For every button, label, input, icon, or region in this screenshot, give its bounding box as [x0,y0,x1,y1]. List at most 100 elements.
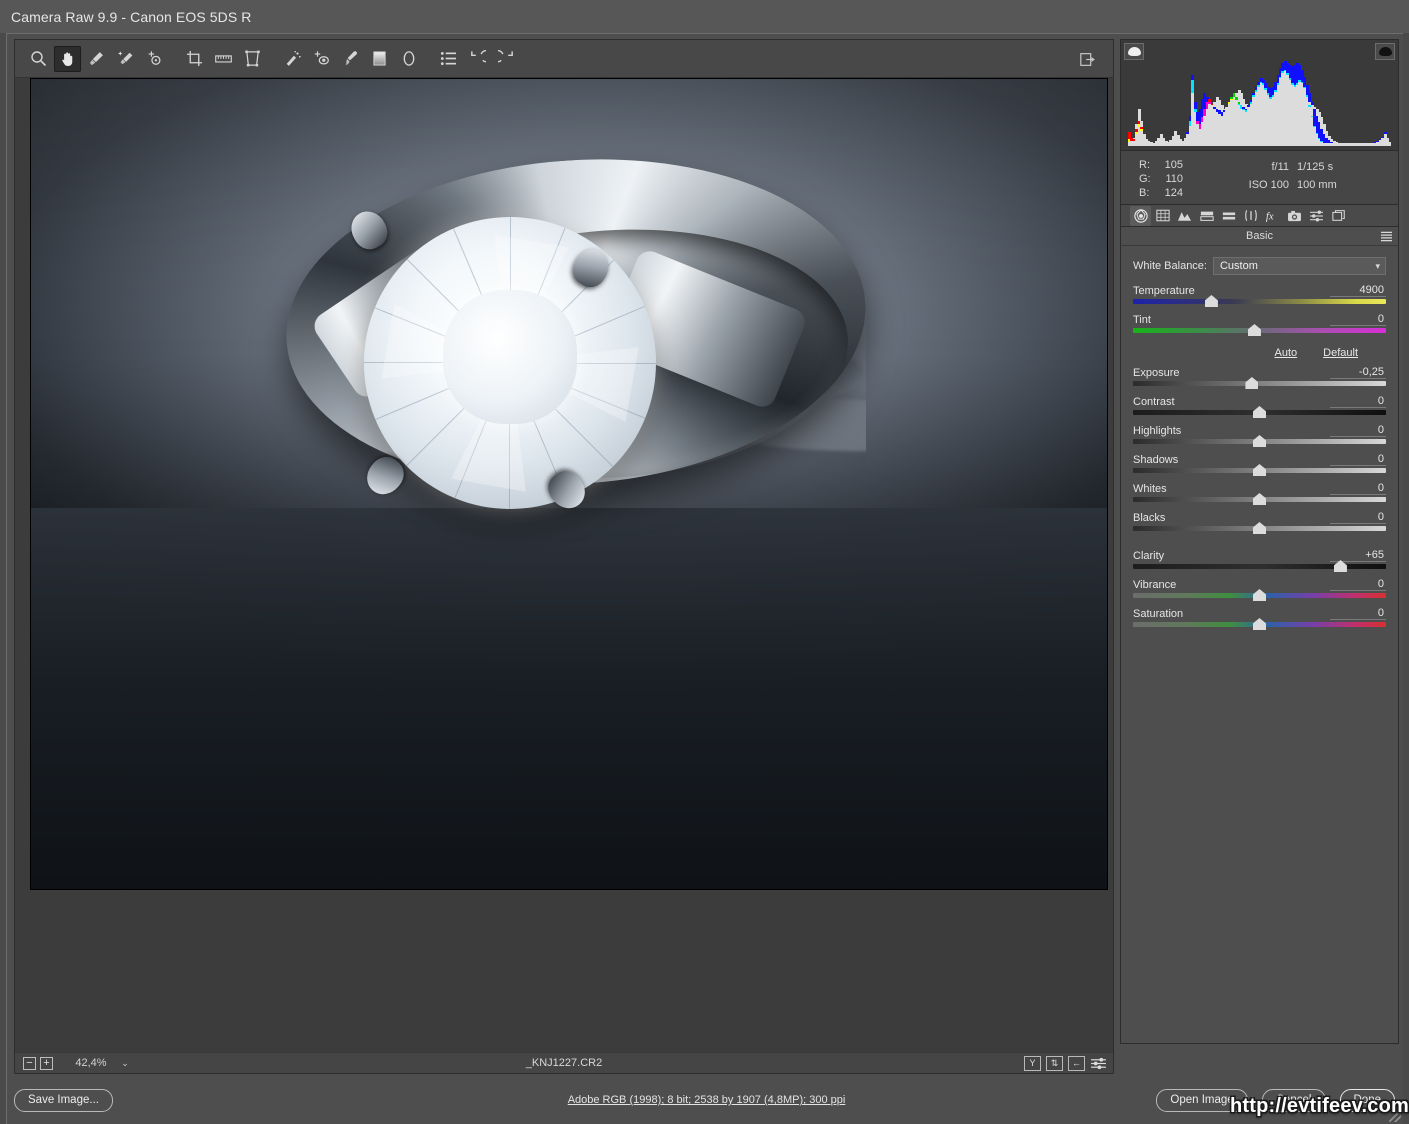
slider-value-temperature[interactable]: 4900 [1330,284,1386,297]
toolbar-separator-2 [268,46,277,72]
crop-tool-icon[interactable] [181,46,208,72]
slider-value-contrast[interactable]: 0 [1330,395,1386,408]
slider-track-saturation[interactable] [1133,622,1386,627]
slider-value-vibrance[interactable]: 0 [1330,578,1386,591]
transform-tool-icon[interactable] [239,46,266,72]
preview-image[interactable] [30,78,1108,890]
rotate-right-tool-icon[interactable] [493,46,520,72]
image-preview-area[interactable] [15,78,1113,1052]
slider-value-tint[interactable]: 0 [1330,313,1386,326]
color-sampler-tool-icon[interactable] [112,46,139,72]
slider-label-whites: Whites [1133,483,1167,495]
white-balance-select[interactable]: Custom ▾ [1213,257,1386,275]
default-link[interactable]: Default [1323,347,1358,359]
preview-status-bar: − + 42,4% ⌄ _KNJ1227.CR2 Y ⇅ ← [15,1052,1113,1073]
tab-tone-curve[interactable] [1152,206,1173,226]
tone-slider-group: Exposure-0,25Contrast0Highlights0Shadows… [1133,366,1386,531]
slider-highlights[interactable]: Highlights0 [1133,424,1386,444]
slider-temperature[interactable]: Temperature 4900 [1133,284,1386,304]
slider-track-shadows[interactable] [1133,468,1386,473]
copy-settings-icon[interactable]: ← [1068,1056,1085,1071]
slider-track-exposure[interactable] [1133,381,1386,386]
slider-track-blacks[interactable] [1133,526,1386,531]
before-after-settings-icon[interactable] [1090,1056,1107,1071]
slider-whites[interactable]: Whites 0 [1133,482,1386,502]
shadow-clipping-icon[interactable] [1124,43,1144,60]
toggle-fullscreen-icon[interactable] [1075,46,1101,72]
b-value: 124 [1153,186,1183,200]
slider-label-clarity: Clarity [1133,550,1164,562]
white-balance-label: White Balance: [1133,260,1207,272]
slider-label-vibrance: Vibrance [1133,579,1176,591]
slider-track-temperature[interactable] [1133,299,1386,304]
r-value: 105 [1153,158,1183,172]
slider-saturation[interactable]: Saturation 0 [1133,607,1386,627]
slider-value-blacks[interactable]: 0 [1330,511,1386,524]
slider-track-whites[interactable] [1133,497,1386,502]
slider-value-highlights[interactable]: 0 [1330,424,1386,437]
slider-value-saturation[interactable]: 0 [1330,607,1386,620]
straighten-tool-icon[interactable] [210,46,237,72]
panel-title: Basic [1246,230,1273,242]
tab-lens-corrections[interactable] [1240,206,1261,226]
tab-split-toning[interactable] [1218,206,1239,226]
auto-default-row: Auto Default [1133,347,1386,359]
targeted-adjustment-tool-icon[interactable] [141,46,168,72]
slider-label-temperature: Temperature [1133,285,1195,297]
tab-detail[interactable] [1174,206,1195,226]
slider-clarity[interactable]: Clarity +65 [1133,549,1386,569]
white-balance-row: White Balance: Custom ▾ [1133,257,1386,275]
slider-track-contrast[interactable] [1133,410,1386,415]
rotate-left-tool-icon[interactable] [464,46,491,72]
slider-track-clarity[interactable] [1133,564,1386,569]
slider-track-tint[interactable] [1133,328,1386,333]
zoom-tool-icon[interactable] [25,46,52,72]
iso-value: ISO 100 [1229,176,1289,194]
hand-tool-icon[interactable] [54,46,81,72]
auto-link[interactable]: Auto [1275,347,1298,359]
settings-column: R:105 G:110 B:124 f/11 1/125 s ISO 100 1… [1120,39,1399,1074]
b-label: B: [1139,186,1153,200]
spot-removal-tool-icon[interactable] [279,46,306,72]
slider-vibrance[interactable]: Vibrance 0 [1133,578,1386,598]
tab-basic[interactable] [1130,206,1151,226]
g-value: 110 [1153,172,1183,186]
red-eye-removal-tool-icon[interactable] [308,46,335,72]
slider-label-contrast: Contrast [1133,396,1175,408]
preview-toggle-icon[interactable]: Y [1024,1056,1041,1071]
slider-label-shadows: Shadows [1133,454,1178,466]
toolbar-separator-3 [424,46,433,72]
slider-track-highlights[interactable] [1133,439,1386,444]
panel-menu-icon[interactable] [1380,231,1393,245]
preview-mode-icons: Y ⇅ ← [1024,1056,1107,1071]
slider-value-whites[interactable]: 0 [1330,482,1386,495]
graduated-filter-tool-icon[interactable] [366,46,393,72]
basic-panel: White Balance: Custom ▾ Temperature4900T… [1120,246,1399,1044]
highlight-clipping-icon[interactable] [1375,43,1395,60]
slider-exposure[interactable]: Exposure-0,25 [1133,366,1386,386]
image-info-panel: R:105 G:110 B:124 f/11 1/125 s ISO 100 1… [1120,151,1399,205]
diamond-ring-subject [286,157,866,527]
slider-tint[interactable]: Tint0 [1133,313,1386,333]
tab-hsl-grayscale[interactable] [1196,206,1217,226]
white-balance-tool-icon[interactable] [83,46,110,72]
adjustment-brush-tool-icon[interactable] [337,46,364,72]
slider-track-vibrance[interactable] [1133,593,1386,598]
tab-presets[interactable] [1306,206,1327,226]
slider-value-clarity[interactable]: +65 [1330,549,1386,562]
slider-shadows[interactable]: Shadows 0 [1133,453,1386,473]
presets-tool-icon[interactable] [435,46,462,72]
slider-value-exposure[interactable]: -0,25 [1330,366,1386,379]
camera-raw-window: Camera Raw 9.9 - Canon EOS 5DS R [0,0,1409,1124]
slider-label-blacks: Blacks [1133,512,1165,524]
slider-value-shadows[interactable]: 0 [1330,453,1386,466]
before-after-swap-icon[interactable]: ⇅ [1046,1056,1063,1071]
slider-blacks[interactable]: Blacks 0 [1133,511,1386,531]
tab-camera-calibration[interactable] [1284,206,1305,226]
tab-effects[interactable]: fx [1262,206,1283,226]
diamond-stone [364,217,656,509]
radial-filter-tool-icon[interactable] [395,46,422,72]
slider-label-saturation: Saturation [1133,608,1183,620]
tab-snapshots[interactable] [1328,206,1349,226]
slider-contrast[interactable]: Contrast 0 [1133,395,1386,415]
